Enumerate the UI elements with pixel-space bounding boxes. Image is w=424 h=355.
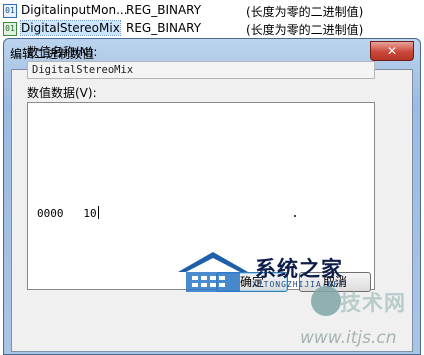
itjs-logo-icon xyxy=(311,286,341,316)
xitongzhijia-logo-icon xyxy=(178,252,248,292)
registry-row[interactable]: 01 DigitalinputMon... REG_BINARY (长度为零的二… xyxy=(0,2,424,20)
registry-value-name: DigitalinputMon... xyxy=(21,3,128,17)
watermark-site-title: 系统之家 xyxy=(255,257,343,281)
binary-value-icon: 01 xyxy=(3,22,17,36)
text-caret xyxy=(98,206,99,219)
editor-dot xyxy=(294,215,296,217)
registry-value-type: REG_BINARY xyxy=(126,3,202,17)
registry-value-data: (长度为零的二进制值) xyxy=(246,23,364,37)
registry-value-name: DigitalStereoMix xyxy=(20,20,121,36)
value-data-label: 数值数据(V): xyxy=(27,86,97,100)
registry-value-data: (长度为零的二进制值) xyxy=(246,5,364,19)
binary-value-icon: 01 xyxy=(3,4,17,18)
hex-data-line: 0000 10 xyxy=(37,207,97,220)
value-name-field: DigitalStereoMix xyxy=(27,61,375,79)
registry-value-type: REG_BINARY xyxy=(126,21,202,35)
registry-value-list: 01 DigitalinputMon... REG_BINARY (长度为零的二… xyxy=(0,0,424,40)
close-button[interactable]: ✕ xyxy=(370,41,414,61)
registry-row-selected[interactable]: 01 DigitalStereoMix REG_BINARY (长度为零的二进制… xyxy=(0,20,424,38)
watermark-site2-title: 技术网 xyxy=(340,291,406,315)
value-name-label: 数值名称(N): xyxy=(27,45,98,59)
watermark-site2-url: www.itjs.cn xyxy=(300,328,397,348)
